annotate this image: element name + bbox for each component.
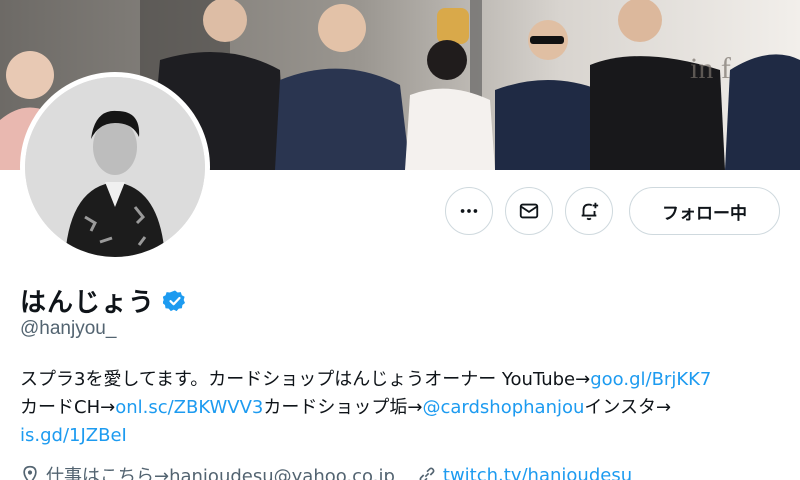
location-pin-icon [23,465,37,480]
more-horizontal-icon [460,209,478,213]
bell-plus-icon [581,202,599,221]
bio-line-1: スプラ3を愛してます。カードショップはんじょうオーナー YouTube→goo.… [20,366,790,394]
notify-button[interactable] [565,187,613,235]
bio-link-card-ch[interactable]: onl.sc/ZBKWVV3 [115,397,263,418]
bio-mention-cardshop[interactable]: @cardshophanjou [422,397,584,418]
bio-text: カードCH→ [20,397,116,418]
avatar[interactable] [20,72,210,262]
link-icon [419,467,435,480]
name-row: はんじょう [20,282,187,319]
bio-line-2: カードCH→onl.sc/ZBKWVV3カードショップ垢→@cardshopha… [20,394,790,422]
bio-link-youtube[interactable]: goo.gl/BrjKK7 [590,369,711,390]
bio-text: インスタ→ [584,397,672,418]
bio-link-instagram[interactable]: is.gd/1JZBeI [20,425,127,446]
profile-website-link[interactable]: twitch.tv/hanjoudesu [443,465,632,480]
bio-text: カードショップ垢→ [263,397,423,418]
profile-meta: 仕事はこちら→hanjoudesu@yahoo.co.jp twitch.tv/… [20,462,632,480]
envelope-icon [519,203,539,219]
profile-actions: フォロー中 [445,187,780,235]
svg-text:in f: in f [690,52,731,85]
display-name: はんじょう [20,288,156,318]
user-handle: @hanjyou_ [20,318,117,339]
profile-location: 仕事はこちら→hanjoudesu@yahoo.co.jp [46,466,395,480]
avatar-photo [25,77,205,257]
bio-line-3: is.gd/1JZBeI [20,422,790,450]
bio-text: スプラ3を愛してます。カードショップはんじょうオーナー YouTube→ [20,369,591,390]
profile-bio: スプラ3を愛してます。カードショップはんじょうオーナー YouTube→goo.… [20,366,790,450]
message-button[interactable] [505,187,553,235]
more-button[interactable] [445,187,493,235]
verified-badge-icon[interactable] [163,289,187,313]
following-button[interactable]: フォロー中 [629,187,780,235]
